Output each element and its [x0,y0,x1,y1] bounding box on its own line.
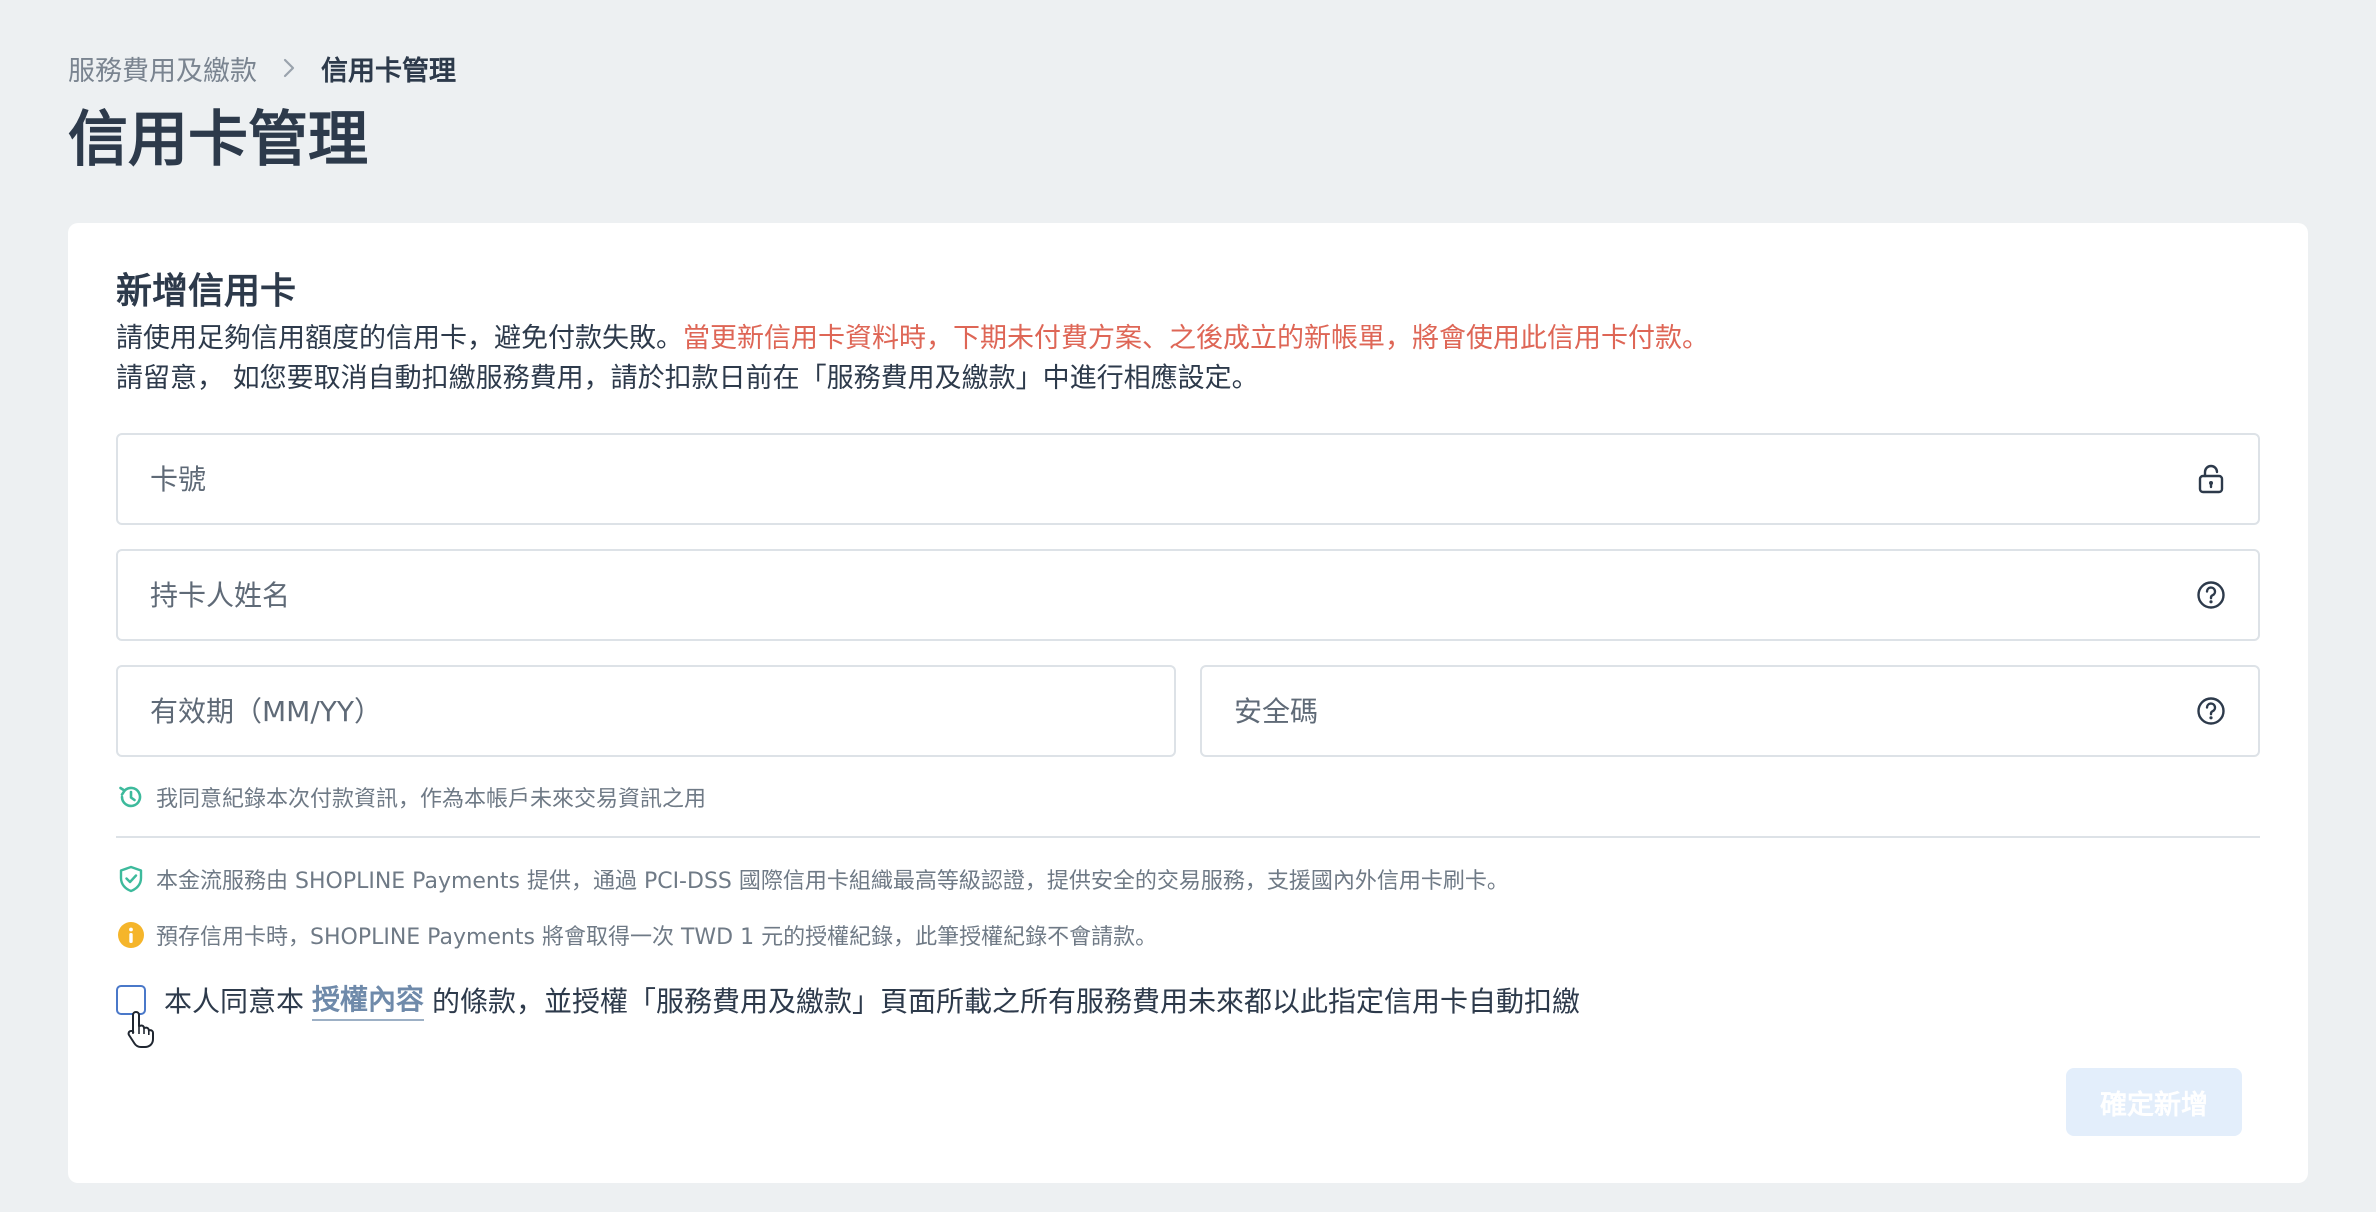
breadcrumb-current: 信用卡管理 [321,55,456,87]
card-title: 新增信用卡 [116,271,297,312]
hand-pointer-cursor-icon [126,1009,156,1049]
secure-note-text: 本金流服務由 SHOPLINE Payments 提供，通過 PCI-DSS 國… [156,869,1509,894]
cardholder-name-field [116,549,2260,641]
remember-payment-info[interactable]: 我同意紀錄本次付款資訊，作為本帳戶未來交易資訊之用 [116,781,706,813]
card-description: 請使用足夠信用額度的信用卡，避免付款失敗。當更新信用卡資料時，下期未付費方案、之… [116,320,1709,358]
agreement-text-after: 的條款，並授權「服務費用及繳款」頁面所載之所有服務費用未來都以此指定信用卡自動扣… [432,984,1581,1018]
card-number-field [116,433,2260,525]
add-credit-card-panel: 新增信用卡 請使用足夠信用額度的信用卡，避免付款失敗。當更新信用卡資料時，下期未… [68,223,2308,1183]
page-title: 信用卡管理 [68,105,368,175]
info-icon [116,920,146,950]
security-code-input[interactable] [1234,694,2194,728]
authorization-terms-link[interactable]: 授權內容 [312,978,425,1021]
lock-icon [2194,462,2228,496]
breadcrumb-parent-link[interactable]: 服務費用及繳款 [68,49,257,88]
shield-check-icon [116,864,146,894]
cardholder-name-input[interactable] [150,578,2194,612]
chevron-right-icon [269,48,309,88]
description-warning: 當更新信用卡資料時，下期未付費方案、之後成立的新帳單，將會使用此信用卡付款。 [683,323,1709,354]
agreement-row: 本人同意本 授權內容 的條款，並授權「服務費用及繳款」頁面所載之所有服務費用未來… [116,978,1580,1021]
expiry-date-field [116,665,1176,757]
description-text: 請使用足夠信用額度的信用卡，避免付款失敗。 [116,323,683,354]
authorization-note: 預存信用卡時，SHOPLINE Payments 將會取得一次 TWD 1 元的… [116,919,1157,951]
agreement-text-before: 本人同意本 [164,984,305,1018]
security-code-field [1200,665,2260,757]
card-number-input[interactable] [150,462,2194,496]
expiry-date-input[interactable] [150,694,1144,728]
history-icon [116,782,146,812]
secure-payment-note: 本金流服務由 SHOPLINE Payments 提供，通過 PCI-DSS 國… [116,863,1509,895]
confirm-add-button[interactable]: 確定新增 [2066,1068,2242,1136]
remember-label: 我同意紀錄本次付款資訊，作為本帳戶未來交易資訊之用 [156,787,707,812]
divider [116,836,2260,838]
cancel-auto-debit-notice: 請留意， 如您要取消自動扣繳服務費用，請於扣款日前在「服務費用及繳款」中進行相應… [116,363,1259,394]
authorization-note-text: 預存信用卡時，SHOPLINE Payments 將會取得一次 TWD 1 元的… [156,925,1158,950]
breadcrumb: 服務費用及繳款 信用卡管理 [68,48,456,88]
help-circle-icon[interactable] [2194,578,2228,612]
help-circle-icon[interactable] [2194,694,2228,728]
